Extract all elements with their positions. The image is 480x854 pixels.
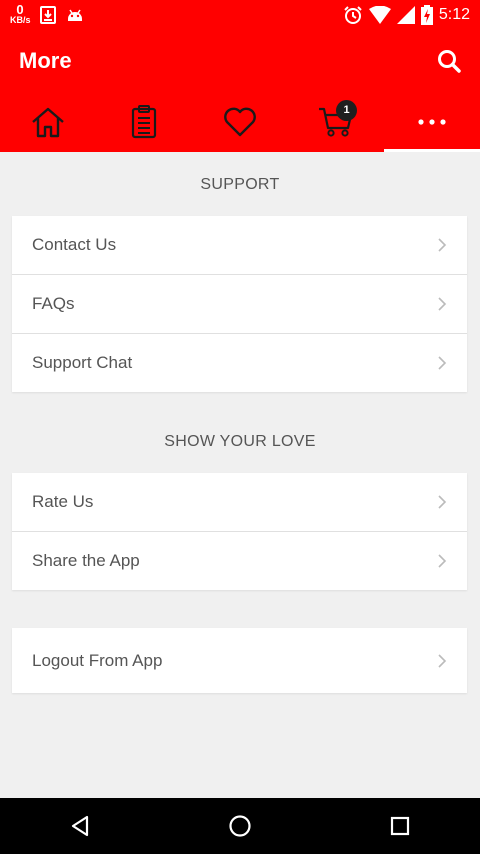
list-item-support-chat[interactable]: Support Chat: [12, 333, 467, 392]
chevron-right-icon: [438, 297, 447, 311]
section-heading-show-your-love: SHOW YOUR LOVE: [164, 433, 316, 450]
list-item-contact-us[interactable]: Contact Us: [12, 216, 467, 274]
back-button[interactable]: [60, 806, 100, 846]
chevron-right-icon: [438, 356, 447, 370]
page-title: More: [19, 48, 72, 73]
alarm-icon: [344, 6, 362, 24]
clipboard-icon: [131, 105, 157, 139]
home-button[interactable]: [220, 806, 260, 846]
tab-more[interactable]: [384, 92, 480, 152]
chevron-right-icon: [438, 653, 447, 668]
list-item-logout[interactable]: Logout From App: [12, 628, 467, 693]
list-item-share-the-app[interactable]: Share the App: [12, 531, 467, 590]
status-bar: 0 KB/s 5:12: [0, 0, 480, 32]
support-card: Contact Us FAQs Support Chat: [12, 216, 467, 392]
list-item-label: Support Chat: [32, 353, 133, 372]
android-icon: [68, 9, 82, 21]
tab-home[interactable]: [0, 92, 96, 152]
show-love-card: Rate Us Share the App: [12, 473, 467, 590]
cart-count-badge: 1: [336, 100, 357, 121]
list-item-label: Share the App: [32, 551, 140, 570]
tab-bar: 1: [0, 92, 480, 152]
home-circle-icon: [229, 815, 251, 837]
more-dots-icon: [418, 119, 446, 125]
back-icon: [71, 815, 89, 837]
tab-cart[interactable]: 1: [288, 92, 384, 152]
recents-button[interactable]: [380, 806, 420, 846]
list-item-rate-us[interactable]: Rate Us: [12, 473, 467, 531]
list-item-label: Logout From App: [32, 650, 163, 670]
battery-charging-icon: [420, 5, 433, 25]
signal-icon: [396, 6, 415, 24]
network-speed: 0 KB/s: [10, 3, 31, 25]
heart-icon: [224, 107, 256, 137]
section-heading-support: SUPPORT: [200, 176, 280, 193]
tab-wishlist[interactable]: [192, 92, 288, 152]
home-icon: [32, 107, 64, 138]
system-nav-bar: [0, 798, 480, 854]
network-speed-unit: KB/s: [10, 15, 31, 25]
recents-icon: [390, 816, 410, 836]
chevron-right-icon: [438, 238, 447, 252]
list-item-label: FAQs: [32, 294, 75, 313]
wifi-icon: [368, 6, 391, 24]
list-item-faqs[interactable]: FAQs: [12, 274, 467, 333]
chevron-right-icon: [438, 554, 447, 568]
status-time: 5:12: [438, 6, 470, 23]
list-item-label: Rate Us: [32, 492, 94, 511]
download-icon: [40, 5, 56, 24]
account-card: Logout From App: [12, 628, 467, 693]
list-item-label: Contact Us: [32, 235, 117, 254]
search-icon[interactable]: [434, 46, 464, 76]
chevron-right-icon: [438, 495, 447, 509]
app-bar: More: [0, 32, 480, 92]
tab-orders[interactable]: [96, 92, 192, 152]
